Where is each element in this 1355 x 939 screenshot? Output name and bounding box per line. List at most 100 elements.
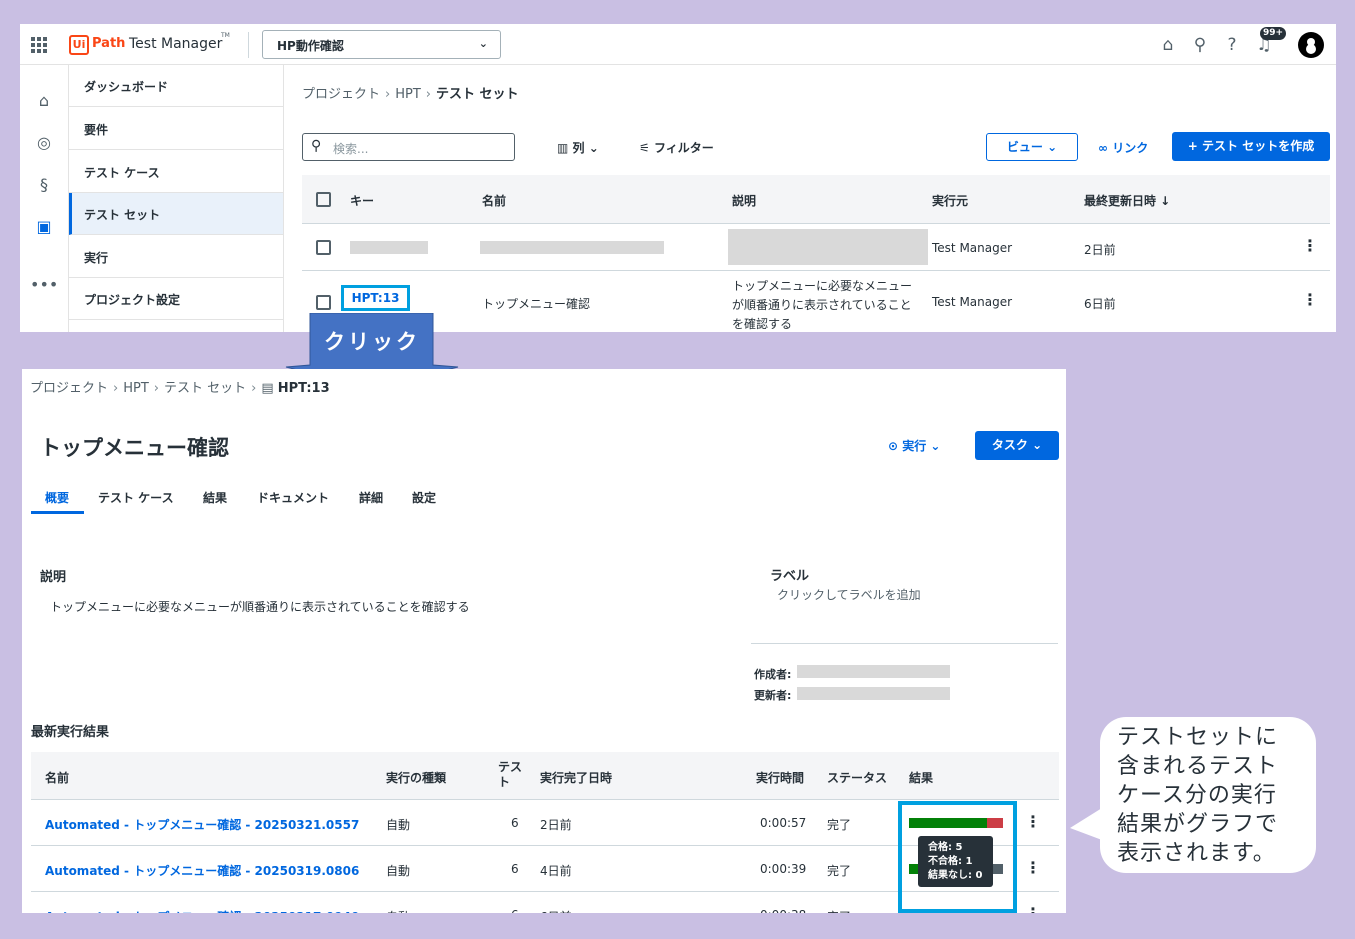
create-test-set-button[interactable]: + テスト セットを作成 — [1172, 132, 1330, 161]
sidebar-item-dashboard[interactable]: ダッシュボード — [69, 65, 283, 107]
page-title: トップメニュー確認 — [40, 436, 229, 460]
header-completed[interactable]: 実行完了日時 — [540, 769, 612, 786]
filter-label: フィルター — [653, 141, 714, 155]
header-status[interactable]: ステータス — [827, 769, 887, 786]
header-name[interactable]: 名前 — [482, 192, 506, 209]
tooltip-none: 結果なし: 0 — [928, 870, 983, 881]
run-completed: 2日前 — [540, 818, 572, 832]
header-run-type[interactable]: 実行の種類 — [386, 769, 446, 786]
test-sets-table: キー 名前 説明 実行元 最終更新日時 ↓ Test Manager 2日前 ⋮… — [302, 175, 1330, 332]
sidebar-item-requirements[interactable]: 要件 — [69, 108, 283, 150]
header-tests-line: ト — [498, 775, 511, 789]
chevron-down-icon: ⌄ — [478, 37, 488, 50]
sidebar-item-project-settings[interactable]: プロジェクト設定 — [69, 278, 283, 320]
result-tooltip: 合格: 5 不合格: 1 結果なし: 0 — [918, 836, 993, 887]
more-vert-icon[interactable]: ⋮ — [1302, 236, 1318, 255]
row-checkbox[interactable] — [316, 240, 331, 255]
more-icon[interactable]: ••• — [30, 271, 58, 299]
topbar-divider — [248, 32, 249, 58]
tab-details[interactable]: 詳細 — [359, 489, 383, 506]
sync-icon[interactable]: § — [30, 171, 58, 199]
detail-breadcrumb: プロジェクト › HPT › テスト セット › ▤ HPT:13 — [30, 381, 330, 396]
run-name-link[interactable]: Automated - トップメニュー確認 - 20250317.0940 — [45, 908, 359, 913]
help-icon[interactable]: ? — [1221, 34, 1243, 56]
top-bar: Ui Path Test Manager TM HP動作確認 ⌄ ⌂ ⚲ ? ♫… — [20, 24, 1336, 65]
tooltip-pass: 合格: 5 — [928, 842, 963, 853]
more-vert-icon[interactable]: ⋮ — [1025, 812, 1041, 831]
labels-label: ラベル — [770, 569, 810, 584]
project-select[interactable]: HP動作確認 ⌄ — [262, 30, 501, 59]
run-status: 完了 — [827, 864, 852, 878]
add-label-hint[interactable]: クリックしてラベルを追加 — [777, 586, 921, 603]
run-type: 自動 — [386, 864, 411, 878]
sidebar-item-executions[interactable]: 実行 — [69, 236, 283, 278]
home-icon[interactable]: ⌂ — [30, 87, 58, 115]
row-description-line: トップメニューに必要なメニュー — [732, 279, 913, 293]
row-checkbox[interactable] — [316, 295, 331, 310]
avatar[interactable] — [1298, 32, 1324, 58]
run-type: 自動 — [386, 818, 411, 832]
run-tests-count: 6 — [511, 862, 519, 876]
header-duration[interactable]: 実行時間 — [756, 769, 804, 786]
select-all-checkbox[interactable] — [316, 192, 331, 207]
view-button[interactable]: ビュー ⌄ — [986, 133, 1078, 161]
task-button[interactable]: タスク ⌄ — [975, 431, 1059, 460]
filter-button[interactable]: ⚟ フィルター — [639, 139, 714, 156]
header-run-name[interactable]: 名前 — [45, 769, 69, 786]
redacted-key — [350, 241, 428, 254]
run-name-link[interactable]: Automated - トップメニュー確認 - 20250321.0557 — [45, 816, 359, 833]
header-key[interactable]: キー — [350, 192, 374, 209]
product-name: Test Manager — [129, 36, 223, 52]
clipboard-icon[interactable]: ▣ — [30, 213, 58, 241]
run-tests-count: 6 — [511, 816, 519, 830]
tab-settings[interactable]: 設定 — [412, 489, 436, 506]
click-label: クリック — [324, 330, 420, 354]
description-label: 説明 — [40, 570, 67, 585]
run-tests-count: 6 — [511, 908, 519, 913]
header-source[interactable]: 実行元 — [932, 192, 968, 209]
more-vert-icon[interactable]: ⋮ — [1302, 290, 1318, 309]
breadcrumb-hpt[interactable]: HPT — [395, 87, 421, 102]
columns-label: 列 — [572, 141, 585, 155]
header-description[interactable]: 説明 — [732, 192, 756, 209]
task-label: タスク — [991, 438, 1028, 452]
header-updated[interactable]: 最終更新日時 ↓ — [1084, 192, 1170, 209]
columns-button[interactable]: ▥ 列 ⌄ — [557, 139, 599, 156]
test-set-key-link[interactable]: HPT:13 — [341, 285, 410, 311]
tab-results[interactable]: 結果 — [203, 489, 227, 506]
view-label: ビュー — [1006, 140, 1043, 154]
breadcrumb-hpt[interactable]: HPT — [123, 381, 149, 396]
run-name-link[interactable]: Automated - トップメニュー確認 - 20250319.0806 — [45, 862, 359, 879]
run-button[interactable]: ⊙ 実行 ⌄ — [888, 437, 940, 454]
run-duration: 0:00:57 — [760, 816, 807, 830]
redacted-description — [728, 229, 928, 265]
uipath-logo: Ui — [69, 35, 89, 55]
sidebar-item-test-cases[interactable]: テスト ケース — [69, 151, 283, 193]
run-type: 自動 — [386, 908, 410, 913]
tab-test-cases[interactable]: テスト ケース — [98, 489, 174, 506]
tab-documents[interactable]: ドキュメント — [257, 489, 329, 506]
search-input[interactable]: ⚲ 検索... — [302, 133, 515, 161]
apps-grid-icon[interactable] — [31, 37, 47, 53]
header-tests[interactable]: テス ト — [498, 760, 522, 790]
tooltip-fail: 不合格: 1 — [928, 856, 973, 867]
link-button[interactable]: ∞ リンク — [1098, 139, 1148, 156]
alarm-icon[interactable]: ◎ — [30, 129, 58, 157]
breadcrumb-test-sets[interactable]: テスト セット — [164, 381, 246, 396]
search-icon[interactable]: ⚲ — [1189, 34, 1211, 56]
tab-overview[interactable]: 概要 — [45, 489, 69, 506]
updated-by-label: 更新者: — [754, 689, 792, 702]
breadcrumb-test-sets: テスト セット — [435, 87, 519, 102]
created-by-label: 作成者: — [754, 668, 792, 681]
more-vert-icon[interactable]: ⋮ — [1025, 904, 1041, 913]
run-completed: 4日前 — [540, 864, 572, 878]
table-row[interactable]: Test Manager 2日前 ⋮ — [302, 224, 1330, 271]
more-vert-icon[interactable]: ⋮ — [1025, 858, 1041, 877]
annotation-bubble: テストセットに 含まれるテスト ケース分の実行 結果がグラフで 表示されます。 — [1100, 717, 1316, 873]
header-tests-line: テス — [498, 760, 523, 774]
header-result[interactable]: 結果 — [909, 769, 933, 786]
breadcrumb-projects[interactable]: プロジェクト — [30, 381, 108, 396]
breadcrumb-projects[interactable]: プロジェクト — [302, 87, 380, 102]
sidebar-item-test-sets[interactable]: テスト セット — [69, 193, 283, 235]
store-icon[interactable]: ⌂ — [1157, 34, 1179, 56]
